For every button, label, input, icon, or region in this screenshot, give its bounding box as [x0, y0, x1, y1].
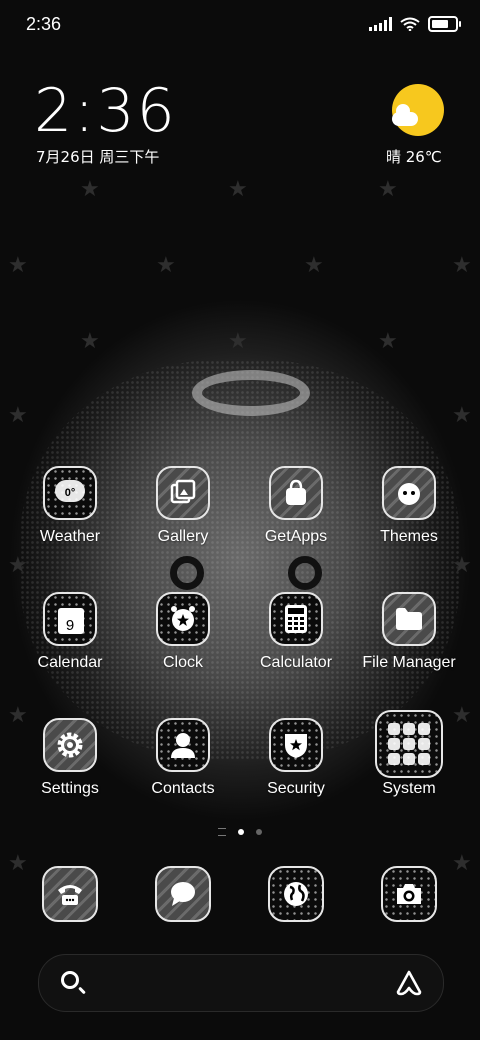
status-bar: 2:36: [0, 0, 480, 50]
contacts-icon: [156, 718, 210, 772]
phone-icon: [42, 866, 98, 922]
app-label: GetApps: [264, 528, 328, 545]
app-label: Calendar: [37, 654, 103, 671]
app-calendar[interactable]: 9 Calendar: [15, 592, 125, 672]
app-label: Calculator: [259, 654, 333, 671]
widget-clock[interactable]: 2:36: [34, 76, 177, 146]
star-decoration: ★: [452, 402, 472, 427]
star-decoration: ★: [156, 252, 176, 277]
wallpaper-halftone: [20, 360, 460, 760]
star-decoration: ★: [452, 552, 472, 577]
app-label: Contacts: [151, 780, 215, 797]
star-decoration: ★: [80, 328, 100, 353]
star-decoration: ★: [378, 328, 398, 353]
widget-date: 7月26日 周三下午: [36, 148, 160, 166]
cloud-icon: [392, 104, 418, 126]
app-calculator[interactable]: Calculator: [241, 592, 351, 672]
halo-decoration: [192, 370, 310, 416]
star-decoration: ★: [80, 176, 100, 201]
star-decoration: ★: [8, 402, 28, 427]
assistant-logo-icon[interactable]: [395, 969, 423, 997]
themes-icon: [382, 466, 436, 520]
star-decoration: ★: [228, 176, 248, 201]
app-label: Weather: [39, 528, 101, 545]
wifi-icon: [400, 17, 420, 31]
signal-icon: [369, 17, 392, 31]
camera-icon: [381, 866, 437, 922]
app-getapps[interactable]: GetApps: [241, 466, 351, 546]
gear-icon: [43, 718, 97, 772]
messages-icon: [155, 866, 211, 922]
search-icon[interactable]: [61, 971, 79, 989]
app-security[interactable]: Security: [241, 718, 351, 798]
widget-weather: 晴 26℃: [386, 148, 442, 166]
app-label: Themes: [380, 528, 438, 545]
weather-icon: 0°: [43, 466, 97, 520]
app-label: System: [382, 780, 436, 797]
status-icons: [369, 16, 461, 32]
browser-icon: [268, 866, 324, 922]
search-bar[interactable]: [38, 954, 444, 1012]
clock-icon: [156, 592, 210, 646]
app-file-manager[interactable]: File Manager: [354, 592, 464, 672]
star-decoration: ★: [8, 252, 28, 277]
shopping-bag-icon: [269, 466, 323, 520]
app-label: Clock: [162, 654, 203, 671]
app-label: Settings: [41, 780, 99, 797]
page-indicator[interactable]: [0, 828, 480, 836]
dock-messages[interactable]: [128, 866, 238, 922]
calculator-icon: [269, 592, 323, 646]
app-label: Security: [267, 780, 325, 797]
dock-phone[interactable]: [15, 866, 125, 922]
app-gallery[interactable]: Gallery: [128, 466, 238, 546]
app-system-folder[interactable]: System: [354, 710, 464, 798]
star-decoration: ★: [304, 252, 324, 277]
feed-page-icon[interactable]: [218, 828, 226, 836]
app-themes[interactable]: Themes: [354, 466, 464, 546]
dock-camera[interactable]: [354, 866, 464, 922]
dock-browser[interactable]: [241, 866, 351, 922]
page-dot-active[interactable]: [238, 829, 244, 835]
app-label: Gallery: [157, 528, 209, 545]
star-decoration: ★: [228, 328, 248, 353]
app-settings[interactable]: Settings: [15, 718, 125, 798]
star-decoration: ★: [8, 552, 28, 577]
app-weather[interactable]: 0° Weather: [15, 466, 125, 546]
ghost-eye-left: [170, 556, 204, 590]
folder-preview-grid: [388, 723, 430, 765]
star-decoration: ★: [378, 176, 398, 201]
shield-icon: [269, 718, 323, 772]
folder-grid-icon: [375, 710, 443, 778]
app-clock[interactable]: Clock: [128, 592, 238, 672]
star-decoration: ★: [452, 252, 472, 277]
app-label: File Manager: [362, 654, 456, 671]
app-contacts[interactable]: Contacts: [128, 718, 238, 798]
status-time: 2:36: [26, 14, 62, 34]
battery-icon: [428, 16, 461, 32]
calendar-icon: 9: [43, 592, 97, 646]
gallery-icon: [156, 466, 210, 520]
battery-fill: [432, 20, 449, 28]
folder-icon: [382, 592, 436, 646]
ghost-eye-right: [288, 556, 322, 590]
page-dot[interactable]: [256, 829, 262, 835]
